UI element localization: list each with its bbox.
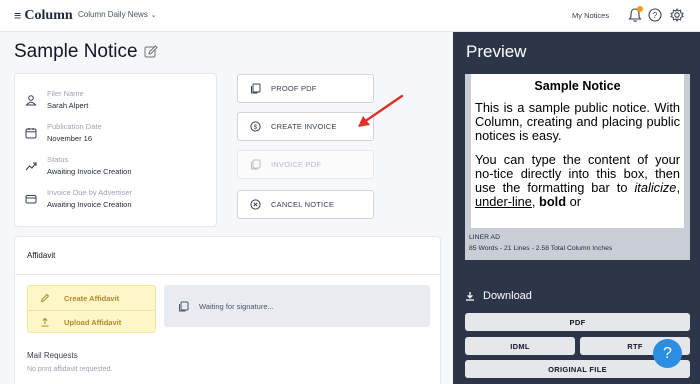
affidavit-title: Affidavit: [27, 251, 56, 260]
copy-icon: [179, 301, 189, 311]
svg-text:$: $: [254, 124, 258, 131]
download-idml-button[interactable]: IDML: [465, 337, 575, 355]
cancel-notice-button[interactable]: CANCEL NOTICE: [237, 190, 374, 219]
invoice-pdf-button[interactable]: INVOICE PDF: [237, 150, 374, 179]
notification-badge: [637, 6, 643, 12]
upload-affidavit-label: Upload Affidavit: [64, 317, 122, 327]
create-invoice-label: CREATE INVOICE: [271, 122, 337, 131]
trend-icon: [25, 162, 37, 171]
preview-text: or: [566, 194, 581, 209]
detail-label: Status: [47, 155, 69, 164]
preview-paragraph: This is a sample public notice. With Col…: [475, 100, 680, 143]
waiting-text: Waiting for signature...: [199, 301, 274, 311]
notice-details-card: Filer Name Sarah Alpert Publication Date…: [14, 73, 217, 227]
create-affidavit-label: Create Affidavit: [64, 293, 120, 303]
preview-text: ,: [676, 180, 680, 195]
invoice-pdf-label: INVOICE PDF: [271, 160, 322, 169]
create-affidavit-button[interactable]: Create Affidavit: [40, 293, 119, 303]
preview-italic-text: italicize: [634, 180, 677, 195]
signature-status: Waiting for signature...: [164, 285, 430, 327]
notice-preview[interactable]: Sample Notice This is a sample public no…: [471, 74, 684, 228]
download-icon: [466, 292, 474, 301]
notice-title: Sample Notice: [14, 41, 138, 62]
detail-value: November 16: [47, 134, 93, 143]
proof-pdf-label: PROOF PDF: [271, 84, 317, 93]
newspaper-name: Column Daily News: [78, 10, 148, 19]
column-logo[interactable]: ≡ Column: [14, 8, 73, 24]
gear-icon[interactable]: [670, 8, 684, 22]
affidavit-card: Affidavit Create Affidavit Upload Affida…: [14, 236, 441, 384]
newspaper-selector[interactable]: Column Daily News ⌄: [78, 10, 157, 19]
logo-text: Column: [24, 8, 73, 23]
divider: [28, 310, 155, 311]
preview-bold-text: bold: [539, 194, 567, 209]
calendar-icon: [25, 128, 37, 139]
detail-value: Sarah Alpert: [47, 101, 89, 110]
detail-value: Awaiting Invoice Creation: [47, 167, 132, 176]
mail-requests-status: No print affidavit requested.: [27, 366, 113, 373]
preview-title: Preview: [466, 42, 527, 61]
detail-value: Awaiting Invoice Creation: [47, 200, 132, 209]
download-heading: Download: [465, 290, 532, 302]
detail-label: Invoice Due by Advertiser: [47, 188, 133, 197]
ad-type: LINER AD: [469, 234, 500, 241]
card-icon: [25, 195, 37, 204]
preview-heading: Sample Notice: [534, 79, 621, 93]
dollar-icon: $: [250, 121, 261, 132]
copy-icon: [251, 83, 261, 94]
detail-invoice-due: Invoice Due by Advertiser Awaiting Invoi…: [25, 188, 132, 209]
cancel-notice-label: CANCEL NOTICE: [271, 200, 335, 209]
detail-label: Filer Name: [47, 89, 84, 98]
help-icon[interactable]: ?: [648, 8, 662, 22]
preview-paragraph: You can type the content of your no-tice…: [475, 153, 680, 209]
preview-box: Sample Notice This is a sample public no…: [465, 74, 690, 260]
preview-panel: Preview Sample Notice This is a sample p…: [453, 32, 700, 384]
edit-icon[interactable]: [144, 45, 158, 59]
detail-status: Status Awaiting Invoice Creation: [25, 155, 132, 176]
preview-underline-text: under-line: [475, 194, 532, 209]
pencil-icon: [40, 293, 50, 303]
my-notices-link[interactable]: My Notices: [572, 11, 609, 20]
chevron-down-icon: ⌄: [150, 12, 157, 19]
top-bar: ≡ Column Column Daily News ⌄ My Notices ?: [0, 0, 700, 32]
affidavit-actions: Create Affidavit Upload Affidavit: [27, 285, 156, 333]
download-label: Download: [483, 290, 532, 302]
help-chat-button[interactable]: ?: [653, 339, 682, 368]
annotation-arrow-icon: [358, 94, 404, 127]
svg-text:?: ?: [653, 11, 658, 20]
divider: [15, 274, 440, 275]
user-icon: [25, 95, 37, 106]
preview-meta: LINER AD 85 Words - 21 Lines - 2.58 Tota…: [469, 232, 612, 254]
cancel-icon: [250, 199, 261, 210]
upload-affidavit-button[interactable]: Upload Affidavit: [40, 317, 121, 327]
download-pdf-button[interactable]: PDF: [465, 313, 690, 331]
detail-publication-date: Publication Date November 16: [25, 122, 102, 143]
copy-icon: [251, 159, 261, 170]
upload-icon: [41, 317, 49, 327]
logo-mark: ≡: [14, 8, 22, 23]
mail-requests-title: Mail Requests: [27, 351, 78, 360]
page-title: Sample Notice: [14, 41, 158, 63]
preview-text: ,: [531, 194, 540, 209]
detail-filer-name: Filer Name Sarah Alpert: [25, 89, 88, 110]
detail-label: Publication Date: [47, 122, 102, 131]
ad-stats: 85 Words - 21 Lines - 2.58 Total Column …: [469, 245, 613, 252]
